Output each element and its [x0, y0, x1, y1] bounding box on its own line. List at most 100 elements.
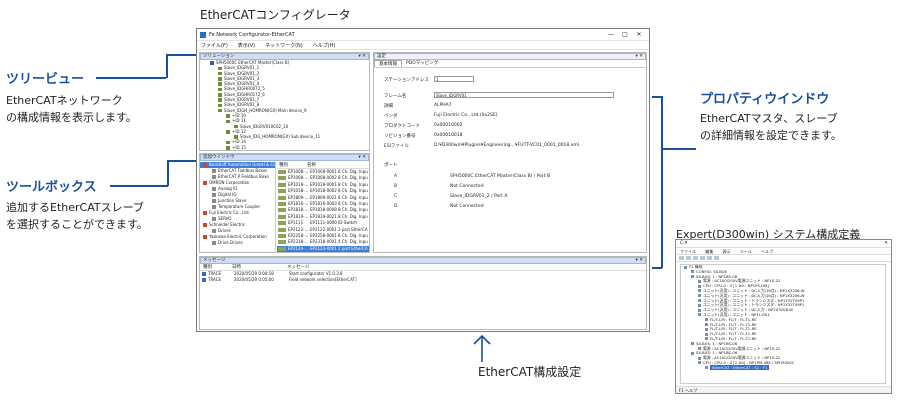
unit-icon [684, 265, 687, 269]
revision-label: リビジョン番号 [384, 134, 416, 139]
tree-item-label: Slave_IDGRV01_1 [224, 65, 260, 71]
toolbox-desc-2: を選択することができます。 [6, 218, 148, 231]
vendor-item[interactable]: Drive Drives [200, 240, 275, 246]
unit-icon [698, 303, 701, 307]
device-rows: EP1008-... EP1008-0001 8 Ch. Dig. Inpu EP1… [277, 169, 369, 252]
revision-value: 0x00010018 [434, 133, 463, 138]
port-id: D [394, 204, 398, 209]
property-close-icon[interactable]: ▾ ✕ [636, 54, 643, 60]
toolbar-copy-icon[interactable] [707, 256, 712, 260]
expert-menu-tools[interactable]: ツール [740, 249, 752, 254]
menu-network[interactable]: ネットワーク(N) [265, 42, 303, 49]
tree-view-close-icon[interactable]: ▾ ✕ [359, 54, 366, 60]
product-code-label: プロダクトコード [384, 124, 420, 129]
menu-file[interactable]: ファイル(F) [201, 42, 228, 49]
vendor-label: Beckhoff Automation GmbH & Co. [209, 162, 276, 167]
minimize-button[interactable]: — [604, 31, 618, 38]
tab-pdo-mapping[interactable]: PDOマッピング [402, 60, 442, 67]
unit-icon [691, 270, 694, 274]
property-header: 設定 ▾ ✕ [374, 53, 646, 60]
property-tab-settings[interactable]: 設定 [377, 54, 386, 59]
device-name-header[interactable]: 名称 [307, 162, 316, 168]
device-icon [278, 189, 286, 194]
ethercat-config-caption: EtherCAT構成設定 [478, 365, 582, 379]
toolbar-save-icon[interactable] [693, 256, 698, 260]
tab-basic-info[interactable]: 基本情報 [374, 60, 402, 67]
slave-icon [218, 93, 222, 97]
toolbox-close-icon[interactable]: ▾ ✕ [359, 155, 366, 161]
device-row[interactable]: EP2124-... EP2124-0001 2 port EtherCA [277, 245, 369, 252]
vendor-label: Analog IO [218, 186, 238, 191]
message-row[interactable]: TRACE 2020/05/29 0:05:00 Field network sel… [200, 277, 646, 283]
unit-icon [698, 361, 701, 365]
device-icon [278, 195, 286, 200]
folder-icon [212, 205, 216, 209]
menu-help[interactable]: ヘルプ(H) [313, 42, 336, 49]
master-icon [210, 61, 214, 65]
tree-item-label: Slave_IDGRV01_3 [224, 75, 260, 81]
tree-item[interactable]: +ID 16 [200, 150, 369, 151]
expert-menu-bar: ファイル 編集 表示 ツール ヘルプ [676, 248, 891, 255]
toolbar-open-icon[interactable] [686, 256, 691, 260]
port-section-label: ポート [384, 163, 398, 168]
tree-item-label: Slave_IDGHR0072_5 [224, 86, 265, 92]
device-icon [278, 182, 286, 187]
esi-file-label: ESIファイル [384, 144, 410, 149]
toolbar-paste-icon[interactable] [714, 256, 719, 260]
tree-item-label: +ID 16 [232, 150, 246, 151]
maximize-button[interactable]: □ [618, 31, 632, 38]
station-address-label: ステーションアドレス [384, 78, 429, 83]
message-date-header[interactable]: 日時 [232, 264, 287, 270]
device-name: EP2124-0001 2 port EtherCA [310, 245, 368, 251]
slave-icon [218, 98, 222, 102]
message-close-icon[interactable]: ▾ ✕ [636, 258, 643, 264]
message-type-header[interactable]: 種別 [200, 264, 232, 270]
menu-bar: ファイル(F) 表示(V) ネットワーク(N) ヘルプ(H) [197, 41, 649, 50]
folder-icon [212, 187, 216, 191]
message-text-header[interactable]: メッセージ [287, 264, 309, 270]
message-date: 2020/05/29 0:05:00 [234, 277, 274, 282]
tree-item-label: Slave_IDGRV01_4 [224, 81, 260, 87]
tree-view-pane: ソリューション ▾ ✕ SPH5000C EtherCAT Master(Cla… [199, 52, 370, 151]
config-tree-item[interactable]: EtherCAT : EtherCAT : S1 : F1 [681, 364, 885, 371]
expert-menu-file[interactable]: ファイル [680, 249, 696, 254]
vendor-label: Fuji Electric Co., Ltd. [209, 210, 250, 215]
expert-close-button[interactable]: ✕ [884, 240, 888, 248]
close-button[interactable]: ✕ [632, 31, 646, 38]
expert-menu-edit[interactable]: 編集 [705, 249, 713, 254]
tree-item-label: +ID 12 [232, 128, 246, 134]
menu-view[interactable]: 表示(V) [238, 42, 255, 49]
slave-icon [218, 87, 222, 92]
property-pointer-line-v [661, 96, 663, 268]
vendor-label: Drive Drives [218, 240, 243, 245]
device-type-header[interactable]: 種別 [277, 162, 307, 168]
toolbar-new-icon[interactable] [679, 256, 684, 260]
unit-icon [698, 313, 701, 317]
window-title: Fe Network Configurator-EtherCAT [209, 31, 295, 38]
slave-icon [218, 108, 222, 113]
vendor-label: Temperature Coupler [218, 204, 261, 209]
expert-menu-help[interactable]: ヘルプ [761, 249, 773, 254]
frame-name-input[interactable]: Slave_IDGRV01 [434, 92, 614, 98]
up-arrow-icon [473, 334, 491, 362]
tree-item-label: Slave_IDG_HOMRON(GX) Sub device_11 [240, 134, 321, 140]
device-icon [278, 208, 286, 213]
expert-titlebar: C:¥ ✕ [676, 240, 891, 248]
window-titlebar: Fe Network Configurator-EtherCAT — □ ✕ [197, 29, 649, 41]
station-address-input[interactable]: 1 [434, 76, 474, 82]
unit-icon [698, 279, 701, 283]
expert-menu-view[interactable]: 表示 [723, 249, 731, 254]
folder-icon [212, 169, 216, 173]
toolbox-pointer-line-v [167, 160, 169, 186]
device-icon [278, 214, 286, 219]
device-list: 種別 名称 EP1008-... EP1008-0001 8 Ch. Dig. I… [277, 162, 369, 252]
tree-item-label: +ID 11 [232, 118, 246, 124]
detail-value: ALPHA7 [434, 103, 452, 108]
toolbar-cut-icon[interactable] [700, 256, 705, 260]
toolbox-desc-1: 追加するEtherCATスレーブ [6, 201, 144, 214]
unit-icon [698, 299, 701, 303]
tree-item-label: Slave_IDGH_HOMRON(GX) Main device_9 [224, 107, 307, 113]
configurator-caption: EtherCATコンフィグレータ [200, 8, 351, 22]
slave-icon [218, 71, 222, 76]
vendor-icon [203, 181, 207, 185]
